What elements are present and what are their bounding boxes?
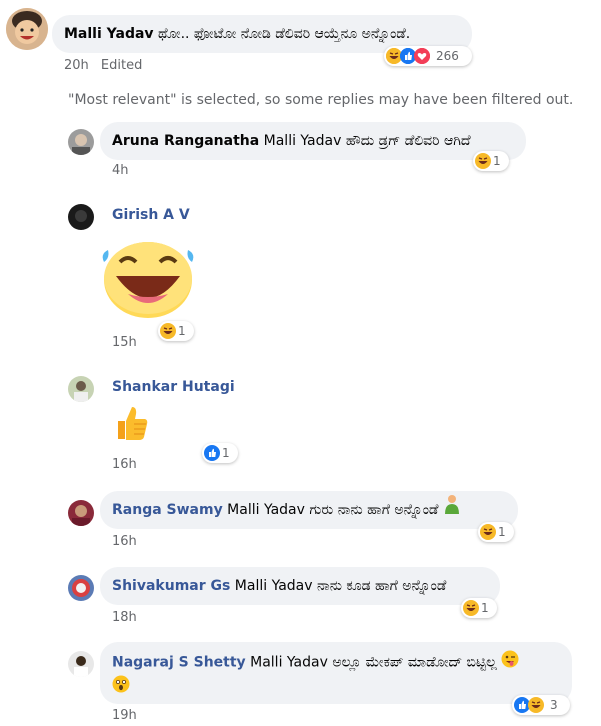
reaction-count: 1: [493, 154, 501, 168]
reaction-summary[interactable]: 1: [461, 598, 497, 618]
haha-reaction-icon: [475, 153, 491, 169]
reaction-count: 1: [178, 324, 186, 338]
winking-tongue-emoji: [501, 650, 519, 675]
reply-time[interactable]: 15h: [112, 335, 137, 350]
reply-author[interactable]: Shivakumar Gs: [112, 578, 230, 594]
love-reaction-icon: [414, 48, 430, 64]
reply-text: ಅಲ್ಲೂ ಮೇಕಪ್ ಮಾಡೋದ್ ಬಿಟ್ಟಿಲ್ಲ: [332, 654, 497, 671]
like-reaction-icon: [204, 445, 220, 461]
reply-time[interactable]: 4h: [112, 163, 129, 178]
avatar[interactable]: [6, 8, 48, 50]
avatar[interactable]: [68, 376, 94, 402]
reply-time[interactable]: 18h: [112, 610, 137, 625]
reaction-summary[interactable]: 1: [158, 321, 194, 341]
reply-author[interactable]: Shankar Hutagi: [112, 379, 235, 395]
laughing-tears-sticker: [98, 240, 198, 320]
reply-author[interactable]: Ranga Swamy: [112, 502, 223, 518]
avatar[interactable]: [68, 500, 94, 526]
comment-meta: 20h Edited: [64, 58, 142, 73]
avatar[interactable]: [68, 129, 94, 155]
reaction-count: 1: [481, 601, 489, 615]
reaction-count: 3: [550, 698, 558, 712]
reply-bubble: Shivakumar Gs Malli Yadav ನಾನು ಕೂಡ ಹಾಗೆ …: [100, 567, 500, 605]
haha-reaction-icon: [528, 697, 544, 713]
reply-time[interactable]: 19h: [112, 708, 137, 723]
reply-bubble: Nagaraj S Shetty Malli Yadav ಅಲ್ಲೂ ಮೇಕಪ್…: [100, 642, 572, 704]
reaction-count: 1: [498, 525, 506, 539]
reaction-count: 1: [222, 446, 230, 460]
reaction-summary[interactable]: 1: [478, 522, 514, 542]
reply-text: ಗುರು ನಾನು ಹಾಗೆ ಅನ್ನೊಂಡೆ: [309, 502, 439, 518]
haha-reaction-icon: [480, 524, 496, 540]
reaction-summary[interactable]: 3: [512, 695, 570, 715]
comment-time[interactable]: 20h: [64, 58, 89, 73]
reply-author[interactable]: Aruna Ranganatha: [112, 133, 259, 149]
man-emoji: [443, 491, 461, 529]
reply-text: ಹೌದು ಡ್ರಗ್ ಡೆಲಿವರಿ ಆಗಿದೆ: [345, 133, 471, 149]
reply-bubble: Aruna Ranganatha Malli Yadav ಹೌದು ಡ್ರಗ್ …: [100, 122, 526, 160]
mention-link[interactable]: Malli Yadav: [227, 502, 305, 518]
haha-reaction-icon: [463, 600, 479, 616]
reply-time[interactable]: 16h: [112, 534, 137, 549]
reaction-summary[interactable]: 1: [202, 443, 238, 463]
thumbs-up-emoji: [114, 404, 150, 442]
filter-notice: "Most relevant" is selected, so some rep…: [68, 92, 574, 108]
reaction-summary[interactable]: 1: [473, 151, 509, 171]
edited-label: Edited: [100, 58, 143, 73]
reaction-count: 266: [436, 49, 459, 63]
comment-text: ಥೋ.. ಫೋಟೋ ನೋಡಿ ಡೆಲಿವರಿ ಆಯ್ತೆನೂ ಅನ್ನೊಂಡೆ.: [158, 26, 411, 42]
reply-time[interactable]: 16h: [112, 457, 137, 472]
reaction-summary[interactable]: 266: [384, 46, 472, 66]
reply-author[interactable]: Girish A V: [112, 207, 190, 223]
mention-link[interactable]: Malli Yadav: [264, 133, 342, 149]
haha-reaction-icon: [160, 323, 176, 339]
reply-author[interactable]: Nagaraj S Shetty: [112, 655, 246, 671]
mention-link[interactable]: Malli Yadav: [235, 578, 313, 594]
avatar[interactable]: [68, 575, 94, 601]
comment-author[interactable]: Malli Yadav: [64, 26, 154, 42]
avatar[interactable]: [68, 651, 94, 677]
reply-text: ನಾನು ಕೂಡ ಹಾಗೆ ಅನ್ನೊಂಡೆ: [316, 578, 447, 594]
mention-link[interactable]: Malli Yadav: [250, 655, 328, 671]
astonished-emoji: [112, 675, 130, 700]
reply-bubble: Ranga Swamy Malli Yadav ಗುರು ನಾನು ಹಾಗೆ ಅ…: [100, 491, 518, 529]
avatar[interactable]: [68, 204, 94, 230]
